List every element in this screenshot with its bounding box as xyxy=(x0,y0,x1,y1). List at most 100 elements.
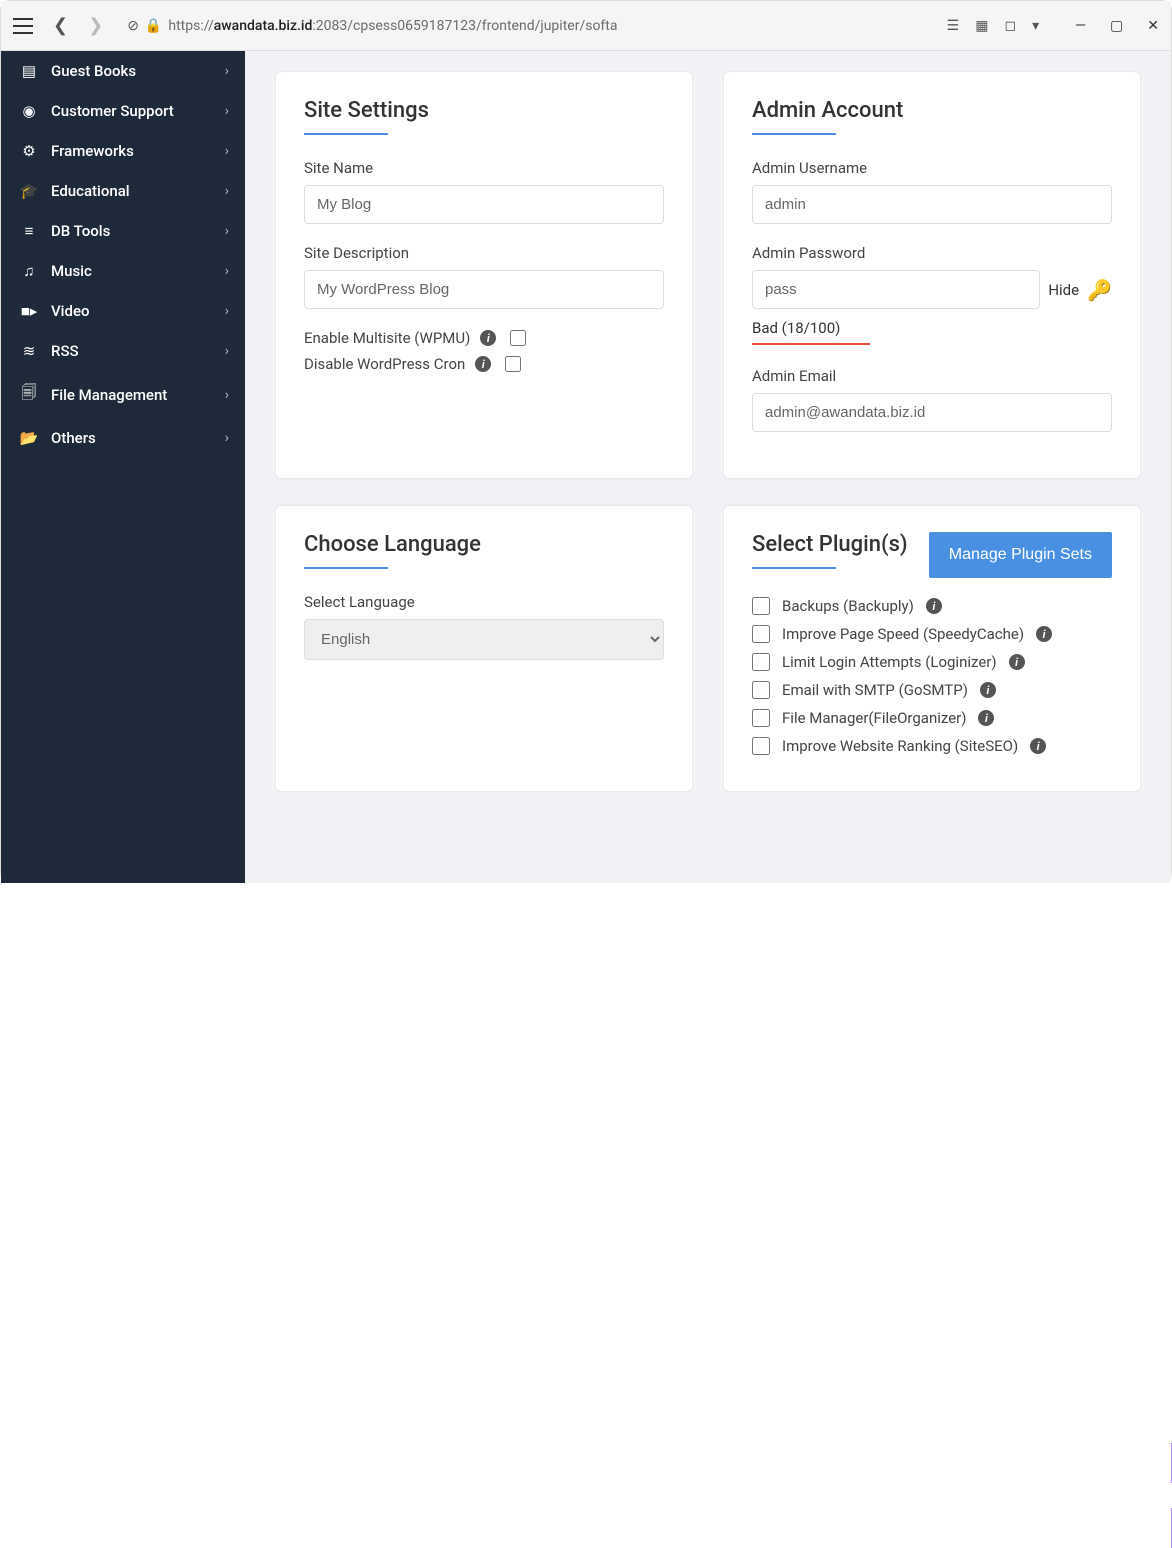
plugin-row: Improve Page Speed (SpeedyCache) i xyxy=(752,625,1112,643)
email-label: Admin Email xyxy=(752,367,1112,385)
graduation-icon: 🎓 xyxy=(17,182,41,200)
chevron-right-icon: › xyxy=(225,103,229,119)
sidebar-item-label: File Management xyxy=(51,386,167,404)
sidebar-item-frameworks[interactable]: ⚙Frameworks› xyxy=(1,131,245,171)
card-title: Select Plugin(s) xyxy=(752,532,908,557)
info-icon[interactable]: i xyxy=(1009,654,1025,670)
sidebar-item-label: Guest Books xyxy=(51,62,136,80)
multisite-checkbox[interactable] xyxy=(510,330,526,346)
hamburger-icon[interactable] xyxy=(13,18,33,34)
plugin-checkbox[interactable] xyxy=(752,709,770,727)
sidebar-item-others[interactable]: 📂Others› xyxy=(1,418,245,458)
cron-checkbox[interactable] xyxy=(505,356,521,372)
language-select[interactable]: English xyxy=(304,619,664,660)
site-name-label: Site Name xyxy=(304,159,664,177)
password-input[interactable] xyxy=(752,270,1040,309)
info-icon[interactable]: i xyxy=(480,330,496,346)
sidebar-item-educational[interactable]: 🎓 Educational › xyxy=(1,171,245,211)
info-icon[interactable]: i xyxy=(926,598,942,614)
plugin-label: Limit Login Attempts (Loginizer) xyxy=(782,653,997,671)
qr-icon[interactable]: ▦ xyxy=(975,18,988,34)
info-icon[interactable]: i xyxy=(1030,738,1046,754)
plugin-row: Email with SMTP (GoSMTP) i xyxy=(752,681,1112,699)
language-card: Choose Language Select Language English xyxy=(275,505,693,792)
plugin-label: Backups (Backuply) xyxy=(782,597,914,615)
database-icon: ≡ xyxy=(17,222,41,240)
url-text: https://awandata.biz.id:2083/cpsess06591… xyxy=(168,18,617,34)
plugin-label: Email with SMTP (GoSMTP) xyxy=(782,681,968,699)
chevron-right-icon: › xyxy=(225,387,229,403)
sidebar-item-rss[interactable]: ≋RSS› xyxy=(1,331,245,371)
key-icon[interactable]: 🔑 xyxy=(1087,278,1112,302)
url-bar[interactable]: ⊘ 🔒 https://awandata.biz.id:2083/cpsess0… xyxy=(127,18,934,34)
plugin-checkbox[interactable] xyxy=(752,653,770,671)
sidebar-item-label: Customer Support xyxy=(51,102,174,120)
music-icon: ♫ xyxy=(17,262,41,280)
card-title: Choose Language xyxy=(304,532,664,557)
site-settings-card: Site Settings Site Name Site Description… xyxy=(275,71,693,479)
language-label: Select Language xyxy=(304,593,664,611)
plugin-label: File Manager(FileOrganizer) xyxy=(782,709,966,727)
hide-toggle[interactable]: Hide xyxy=(1048,281,1079,299)
forward-button[interactable]: ❯ xyxy=(88,15,103,36)
sidebar-item-video[interactable]: ■▸ Video › xyxy=(1,291,245,331)
plugin-row: Limit Login Attempts (Loginizer) i xyxy=(752,653,1112,671)
cron-label: Disable WordPress Cron xyxy=(304,355,465,373)
browser-chrome: ❮ ❯ ⊘ 🔒 https://awandata.biz.id:2083/cps… xyxy=(1,1,1171,51)
rss-icon: ≋ xyxy=(17,342,41,360)
chevron-right-icon: › xyxy=(225,430,229,446)
strength-bar xyxy=(752,343,870,345)
chevron-right-icon: › xyxy=(225,183,229,199)
plugin-label: Improve Website Ranking (SiteSEO) xyxy=(782,737,1018,755)
email-input[interactable] xyxy=(752,393,1112,432)
site-desc-input[interactable] xyxy=(304,270,664,309)
plugin-row: File Manager(FileOrganizer) i xyxy=(752,709,1112,727)
admin-account-card: Admin Account Admin Username Admin Passw… xyxy=(723,71,1141,479)
sidebar-item-file-management[interactable]: 🗐 File Management › xyxy=(1,371,245,418)
chevron-right-icon: › xyxy=(225,263,229,279)
files-icon: 🗐 xyxy=(17,382,41,407)
info-icon[interactable]: i xyxy=(1036,626,1052,642)
site-name-input[interactable] xyxy=(304,185,664,224)
multisite-label: Enable Multisite (WPMU) xyxy=(304,329,470,347)
manage-plugin-sets-button[interactable]: Manage Plugin Sets xyxy=(929,532,1112,578)
reader-icon[interactable]: ☰ xyxy=(947,18,960,34)
sidebar-item-label: Educational xyxy=(51,182,130,200)
chevron-right-icon: › xyxy=(225,303,229,319)
info-icon[interactable]: i xyxy=(475,356,491,372)
plugin-checkbox[interactable] xyxy=(752,625,770,643)
card-title: Site Settings xyxy=(304,98,664,123)
sidebar-item-music[interactable]: ♫ Music › xyxy=(1,251,245,291)
sidebar-item-customer-support[interactable]: ◉Customer Support› xyxy=(1,91,245,131)
bookmark-icon[interactable]: ◻ xyxy=(1004,18,1016,34)
username-label: Admin Username xyxy=(752,159,1112,177)
main-content: Site Settings Site Name Site Description… xyxy=(245,51,1171,883)
sidebar-item-label: Video xyxy=(51,302,90,320)
plugin-row: Improve Website Ranking (SiteSEO) i xyxy=(752,737,1112,755)
shield-icon: ⊘ xyxy=(127,18,139,34)
back-button[interactable]: ❮ xyxy=(53,15,68,36)
sidebar-item-label: Music xyxy=(51,262,92,280)
video-icon: ■▸ xyxy=(17,302,41,320)
plugin-checkbox[interactable] xyxy=(752,737,770,755)
plugin-checkbox[interactable] xyxy=(752,681,770,699)
info-icon[interactable]: i xyxy=(980,682,996,698)
sidebar-item-db-tools[interactable]: ≡DB Tools› xyxy=(1,211,245,251)
dropdown-icon[interactable]: ▾ xyxy=(1032,18,1039,34)
sidebar-item-guest-books[interactable]: ▤Guest Books› xyxy=(1,51,245,91)
sidebar-item-label: DB Tools xyxy=(51,222,110,240)
chevron-right-icon: › xyxy=(225,343,229,359)
maximize-button[interactable]: ▢ xyxy=(1110,18,1123,34)
close-button[interactable]: ✕ xyxy=(1147,18,1159,34)
minimize-button[interactable]: — xyxy=(1075,18,1086,34)
plugins-card: Select Plugin(s) Manage Plugin Sets Back… xyxy=(723,505,1141,792)
lock-icon: 🔒 xyxy=(145,18,162,34)
site-desc-label: Site Description xyxy=(304,244,664,262)
plugin-checkbox[interactable] xyxy=(752,597,770,615)
plugin-label: Improve Page Speed (SpeedyCache) xyxy=(782,625,1024,643)
sidebar: ▤Guest Books›◉Customer Support›⚙Framewor… xyxy=(1,51,245,883)
info-icon[interactable]: i xyxy=(978,710,994,726)
gears-icon: ⚙ xyxy=(17,142,41,160)
username-input[interactable] xyxy=(752,185,1112,224)
sidebar-item-label: Frameworks xyxy=(51,142,134,160)
